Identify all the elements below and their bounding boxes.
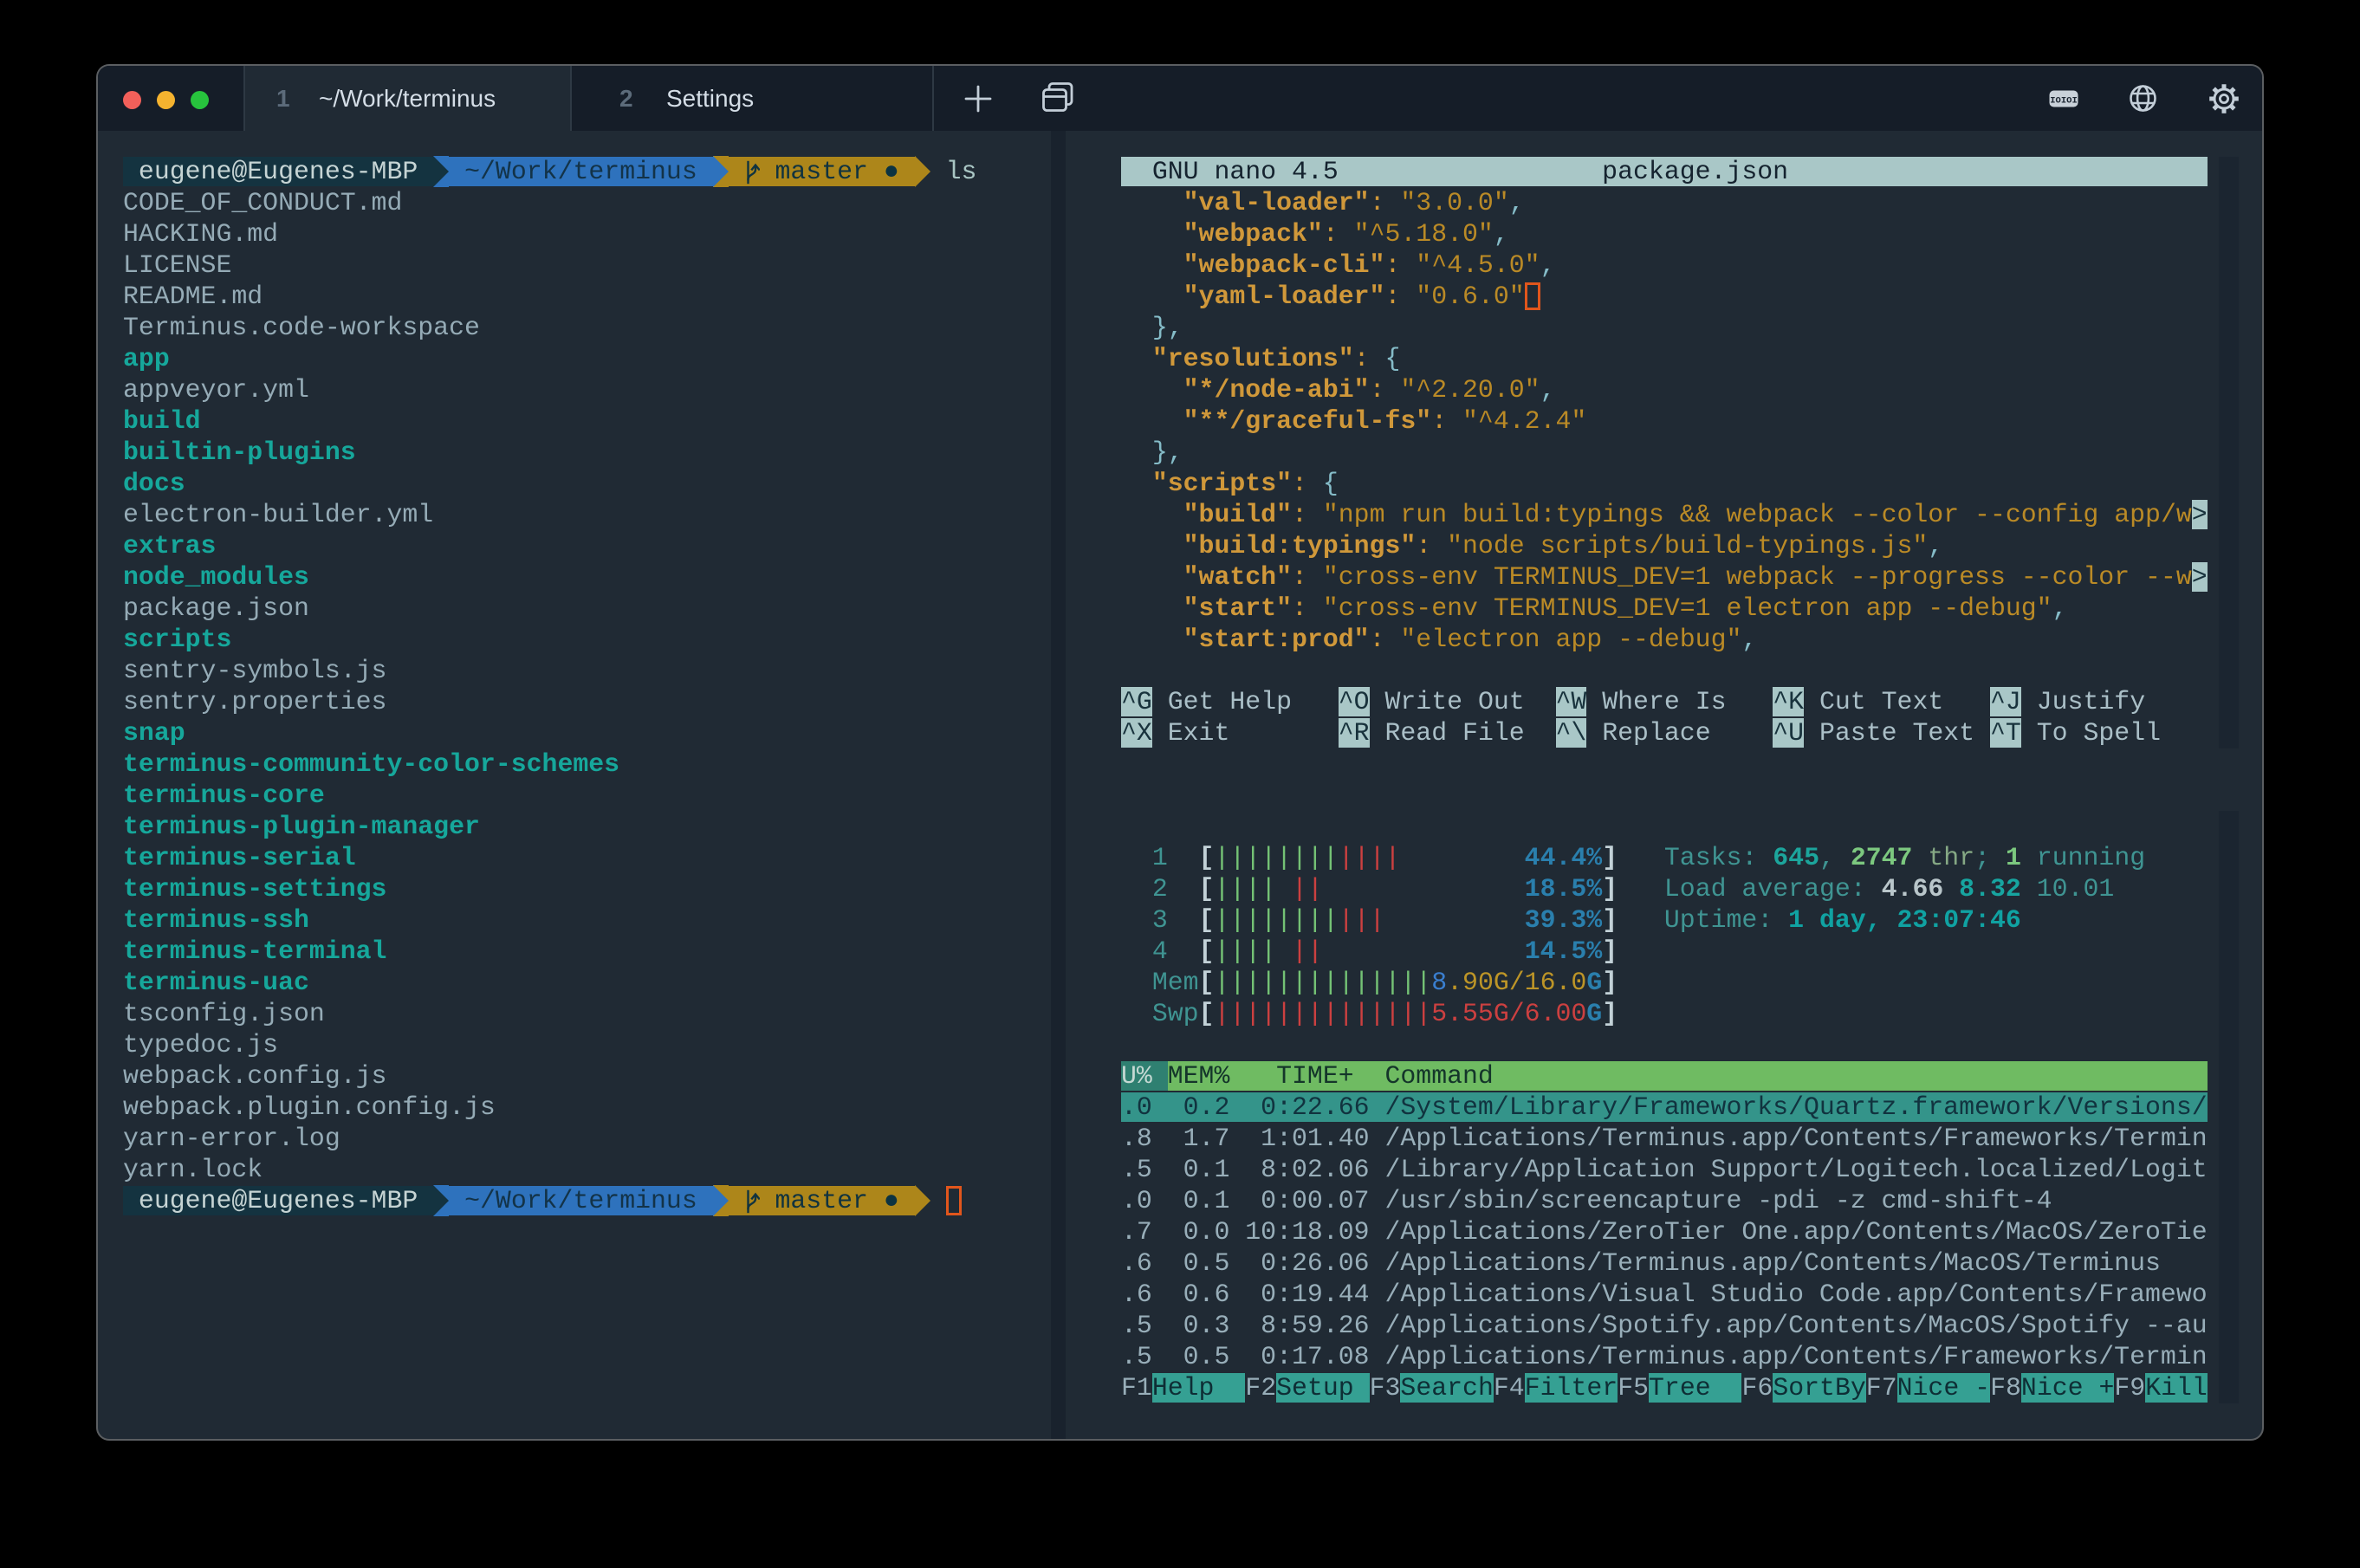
svg-text:IOIOI: IOIOI xyxy=(2050,96,2078,107)
